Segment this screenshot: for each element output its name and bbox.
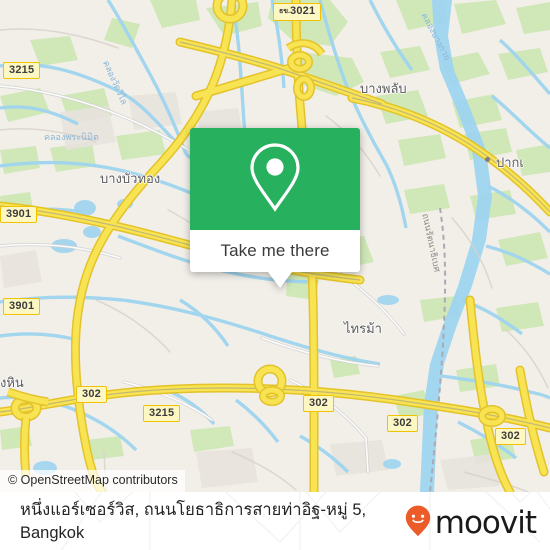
road-shield-3901-upper[interactable]: 3901 (0, 206, 38, 223)
take-me-there-button[interactable]: Take me there (190, 230, 360, 272)
map-label-bang-bua-thong: บางบัวทอง (100, 171, 161, 186)
map-label-pak-kret: ปากเ (485, 152, 524, 173)
road-shield-302-left[interactable]: 302 (76, 386, 107, 403)
road-shield-prefix: ธข. (279, 8, 291, 15)
popup-pointer (268, 272, 292, 288)
take-me-there-label: Take me there (220, 241, 330, 260)
road-shield-302-mid-right[interactable]: 302 (387, 415, 418, 432)
location-caption: หนึ่งแอร์เซอร์วิส, ถนนโยธาธิการสายท่าอิฐ… (20, 499, 400, 545)
moovit-pin-icon (405, 505, 431, 542)
map-label-bang-phlap: บางพลับ (360, 81, 407, 96)
road-shield-number: 3021 (290, 5, 316, 17)
bottom-caption-bar: หนึ่งแอร์เซอร์วิส, ถนนโยธาธิการสายท่าอิฐ… (0, 492, 550, 550)
moovit-logo[interactable]: moovit (405, 505, 537, 542)
caption-line-2: Bangkok (20, 524, 85, 542)
caption-line-1: หนึ่งแอร์เซอร์วิส, ถนนโยธาธิการสายท่าอิฐ… (20, 501, 367, 519)
map-attribution[interactable]: © OpenStreetMap contributors (0, 470, 185, 492)
moovit-wordmark: moovit (434, 505, 537, 541)
road-shield-302-right[interactable]: 302 (495, 428, 526, 445)
moovit-map-screenshot: .water { fill:none; stroke:#9ed4ef; } .w… (0, 0, 550, 550)
map-label-sai-ma: ไทรม้า (344, 321, 382, 336)
map-waterway-label-khlong-phra-nimit: คลองพระนิมิต (44, 132, 99, 142)
map-label-ngio-hin: งหิน (0, 375, 24, 390)
map-pin-icon (246, 141, 304, 218)
road-shield-3215-mid[interactable]: 3215 (143, 405, 181, 422)
road-shield-302-mid[interactable]: 302 (303, 395, 334, 412)
destination-popup-card[interactable]: Take me there (190, 128, 360, 288)
popup-icon-panel (190, 128, 360, 230)
road-shield-3901-lower[interactable]: 3901 (3, 298, 41, 315)
road-shield-3021[interactable]: ธข.3021 (273, 3, 322, 21)
road-shield-3215-left[interactable]: 3215 (3, 62, 41, 79)
